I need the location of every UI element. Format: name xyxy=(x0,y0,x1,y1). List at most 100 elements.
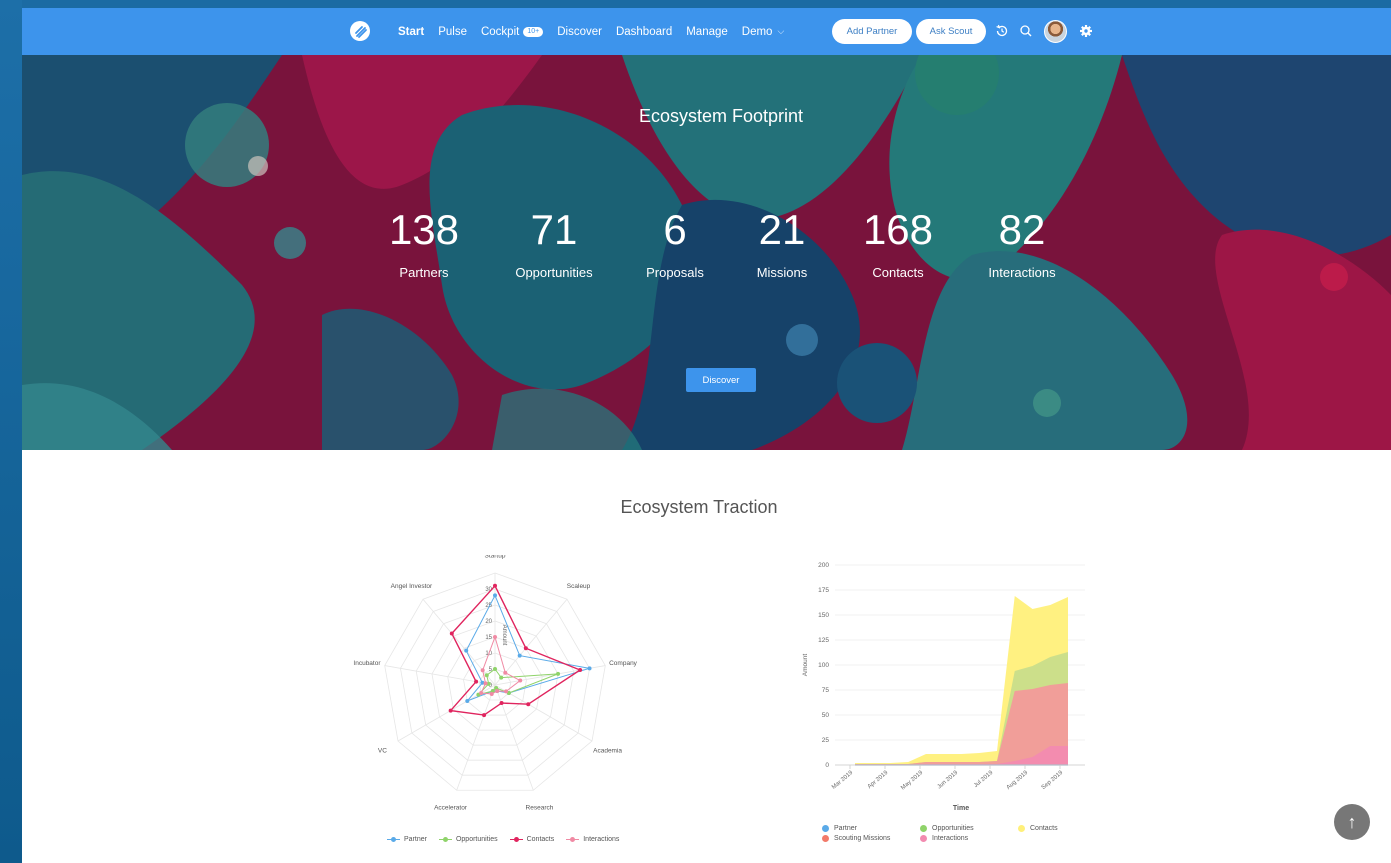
area-y-axis-label: Amount xyxy=(802,654,809,677)
traction-title: Ecosystem Traction xyxy=(620,497,778,517)
stat-proposals[interactable]: 6 Proposals xyxy=(625,205,725,280)
stat-opportunities[interactable]: 71 Opportunities xyxy=(504,205,604,280)
legend-partner[interactable]: Partner xyxy=(822,825,908,832)
nav-manage[interactable]: Manage xyxy=(686,26,728,38)
radar-series-line xyxy=(449,584,582,716)
top-navbar: Start Pulse Cockpit 10+ Discover Dashboar… xyxy=(22,8,1391,55)
hero-banner: Ecosystem Footprint 138 Partners 71 Oppo… xyxy=(22,55,1391,450)
radar-category-label: Company xyxy=(609,660,638,667)
radar-point xyxy=(499,675,504,680)
nav-cockpit[interactable]: Cockpit 10+ xyxy=(481,26,544,38)
avatar[interactable] xyxy=(1044,20,1067,43)
radar-legend: Partner Opportunities Contacts Interacti… xyxy=(387,836,631,843)
area-x-tick-label: May 2019 xyxy=(900,770,925,792)
radar-category-label: Research xyxy=(526,805,554,812)
stat-label: Contacts xyxy=(872,265,924,280)
radar-tick-label: 20 xyxy=(485,619,492,625)
stat-label: Missions xyxy=(756,265,808,280)
radar-point xyxy=(448,708,453,713)
stat-value: 168 xyxy=(862,206,934,253)
stat-label: Opportunities xyxy=(515,265,593,280)
radar-point xyxy=(493,593,497,598)
area-x-tick-label: Mar 2019 xyxy=(831,770,855,791)
radar-point xyxy=(587,666,592,671)
stat-label: Partners xyxy=(399,265,449,280)
legend-interactions[interactable]: Interactions xyxy=(566,836,619,843)
nav-discover[interactable]: Discover xyxy=(557,26,602,38)
area-y-tick-label: 200 xyxy=(818,562,829,569)
legend-contacts[interactable]: Contacts xyxy=(509,836,554,843)
radar-point xyxy=(578,667,583,672)
gear-icon[interactable] xyxy=(1078,23,1094,39)
cockpit-badge: 10+ xyxy=(523,26,544,37)
stat-label: Proposals xyxy=(646,265,704,280)
area-y-tick-label: 50 xyxy=(822,712,830,719)
window-frame-left xyxy=(0,0,22,863)
area-y-tick-label: 125 xyxy=(818,637,829,644)
radar-tick-label: 15 xyxy=(485,635,492,641)
radar-category-label: Academia xyxy=(593,748,622,755)
stat-value: 138 xyxy=(388,206,460,253)
nav-dashboard[interactable]: Dashboard xyxy=(616,26,672,38)
legend-interactions[interactable]: Interactions xyxy=(920,835,968,842)
chevron-down-icon: ⌵ xyxy=(777,26,785,36)
radar-spoke xyxy=(494,684,534,791)
area-x-tick-label: Jul 2019 xyxy=(973,770,995,790)
stat-value: 71 xyxy=(530,206,578,253)
nav-pulse[interactable]: Pulse xyxy=(438,26,467,38)
stat-value: 6 xyxy=(663,206,687,253)
stat-value: 21 xyxy=(758,206,806,253)
radar-spoke xyxy=(422,598,496,686)
nav-demo[interactable]: Demo ⌵ xyxy=(742,26,785,38)
radar-point xyxy=(484,673,489,678)
radar-point xyxy=(518,678,523,683)
radar-point xyxy=(493,667,497,671)
radar-point xyxy=(504,689,509,694)
radar-category-label: Incubator xyxy=(353,660,381,667)
discover-button[interactable]: Discover xyxy=(686,368,756,392)
legend-contacts[interactable]: Contacts xyxy=(1018,825,1058,832)
radar-point xyxy=(465,699,470,703)
radar-point xyxy=(464,648,469,653)
radar-chart-svg: Startup Scaleup Company Academia Research Acc… xyxy=(353,553,638,812)
area-y-tick-label: 0 xyxy=(825,762,829,769)
area-y-tick-label: 75 xyxy=(822,687,830,694)
radar-axis-label: Amount xyxy=(501,625,507,646)
radar-point xyxy=(483,681,488,686)
ask-scout-button[interactable]: Ask Scout xyxy=(916,19,986,44)
logo-icon[interactable] xyxy=(350,21,370,41)
radar-point xyxy=(482,713,487,718)
radar-point xyxy=(493,635,497,639)
radar-point xyxy=(526,702,531,707)
radar-point xyxy=(495,689,500,694)
area-y-tick-label: 150 xyxy=(818,612,829,619)
area-x-tick-label: Apr 2019 xyxy=(867,770,890,791)
legend-partner[interactable]: Partner xyxy=(387,836,427,843)
radar-point xyxy=(517,653,522,658)
radar-category-label: VC xyxy=(378,748,387,755)
area-legend: Partner Opportunities Contacts Scouting … xyxy=(822,825,1070,842)
nav-start[interactable]: Start xyxy=(398,26,424,38)
stat-interactions[interactable]: 82 Interactions xyxy=(972,205,1072,280)
radar-point xyxy=(489,692,494,697)
area-x-tick-label: Sep 2019 xyxy=(1041,770,1065,792)
window-frame-top xyxy=(0,0,1391,8)
search-icon[interactable] xyxy=(1018,23,1034,39)
legend-opportunities[interactable]: Opportunities xyxy=(438,836,498,843)
area-x-axis-label: Time xyxy=(953,805,969,812)
area-series-scouting-missions xyxy=(855,683,1068,765)
stat-missions[interactable]: 21 Missions xyxy=(732,205,832,280)
radar-chart: Startup Scaleup Company Academia Research Acc… xyxy=(325,553,650,855)
area-y-tick-label: 25 xyxy=(822,737,830,744)
radar-category-label: Angel Investor xyxy=(391,583,433,590)
stat-partners[interactable]: 138 Partners xyxy=(374,205,474,280)
radar-point xyxy=(503,670,508,675)
scroll-to-top-button[interactable]: ↑ xyxy=(1334,804,1370,840)
legend-opportunities[interactable]: Opportunities xyxy=(920,825,1006,832)
area-chart: 0 25 50 75 100 125 150 175 200 Amount Mar 2019 Apr … xyxy=(775,548,1095,848)
add-partner-button[interactable]: Add Partner xyxy=(832,19,912,44)
stat-contacts[interactable]: 168 Contacts xyxy=(848,205,948,280)
legend-scouting-missions[interactable]: Scouting Missions xyxy=(822,835,908,842)
history-icon[interactable] xyxy=(994,23,1010,39)
nav-links: Start Pulse Cockpit 10+ Discover Dashboar… xyxy=(398,8,798,55)
